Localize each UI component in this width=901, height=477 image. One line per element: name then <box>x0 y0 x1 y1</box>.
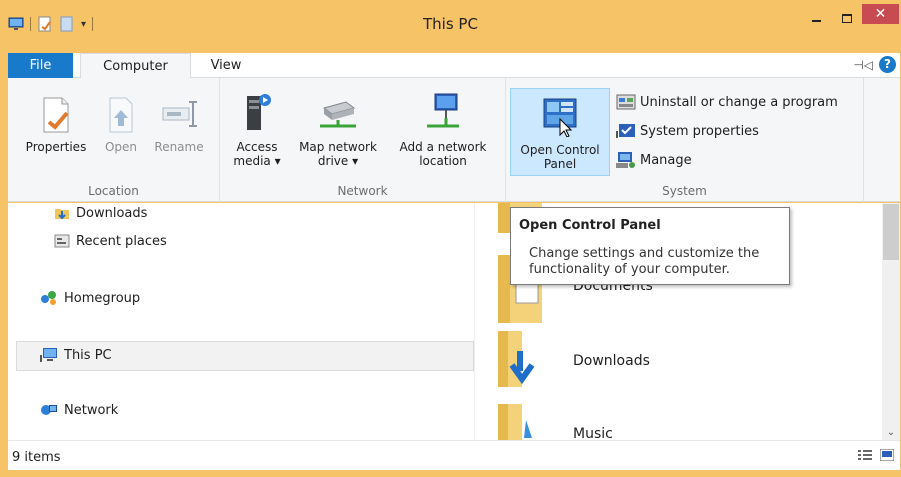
rename-button[interactable]: Rename <box>148 96 210 154</box>
close-icon: ✕ <box>874 6 887 22</box>
details-view-icon[interactable] <box>858 449 872 461</box>
open-label: Open <box>104 140 138 154</box>
properties-label: Properties <box>25 140 87 154</box>
uninstall-program-button[interactable]: Uninstall or change a program <box>616 93 838 111</box>
rename-icon <box>162 101 197 127</box>
open-control-panel-button[interactable]: Open Control Panel <box>510 88 610 176</box>
this-pc-icon <box>40 348 57 362</box>
folder-downloads-label: Downloads <box>573 353 650 369</box>
maximize-button[interactable] <box>835 8 859 28</box>
manage-button[interactable]: Manage <box>616 151 692 169</box>
tab-computer[interactable]: Computer <box>80 53 191 79</box>
close-button[interactable]: ✕ <box>862 4 899 24</box>
open-control-panel-label-2: Panel <box>543 157 577 171</box>
status-bar: 9 items <box>8 440 900 470</box>
help-icon[interactable]: ? <box>879 56 896 73</box>
group-location: Properties Open Rename Location <box>8 78 220 202</box>
add-network-location-button[interactable]: Add a network location <box>390 90 496 168</box>
ribbon-tab-controls: ⊣◁ ? <box>853 56 896 73</box>
tooltip-title: Open Control Panel <box>519 218 661 233</box>
properties-icon <box>43 97 69 133</box>
open-button[interactable]: Open <box>100 96 142 154</box>
map-drive-label-1: Map network <box>299 140 377 154</box>
access-media-label-2: media ▾ <box>233 154 281 168</box>
group-label-system: System <box>662 184 707 198</box>
ribbon: Properties Open Rename Location Access m… <box>8 78 900 202</box>
nav-item-recent-places[interactable]: Recent places <box>54 233 167 249</box>
vertical-scrollbar[interactable]: ⌄ <box>882 203 900 440</box>
recent-places-icon <box>54 234 70 248</box>
folder-music[interactable]: Music <box>498 400 613 444</box>
scrollbar-thumb[interactable] <box>883 204 899 260</box>
nav-item-network[interactable]: Network <box>40 402 118 418</box>
nav-network-label: Network <box>64 402 119 418</box>
scroll-down-arrow-icon[interactable]: ⌄ <box>882 427 900 438</box>
access-media-button[interactable]: Access media ▾ <box>228 90 286 168</box>
system-properties-icon <box>616 124 635 138</box>
window-title: This PC <box>423 15 478 33</box>
nav-homegroup-label: Homegroup <box>64 290 141 306</box>
rename-label: Rename <box>154 140 204 154</box>
manage-label: Manage <box>640 152 692 168</box>
control-panel-tooltip: Open Control Panel Change settings and c… <box>510 207 790 285</box>
music-folder-icon <box>498 404 532 440</box>
network-drive-icon <box>320 101 356 128</box>
nav-item-this-pc[interactable]: This PC <box>40 347 112 363</box>
explorer-window: ▾ This PC ✕ File Computer View ⊣◁ ? Prop… <box>0 0 901 477</box>
system-properties-button[interactable]: System properties <box>616 122 759 140</box>
folder-downloads[interactable]: Downloads <box>498 327 650 395</box>
control-panel-icon <box>543 98 577 137</box>
map-network-drive-button[interactable]: Map network drive ▾ <box>290 90 386 168</box>
system-properties-label: System properties <box>640 123 759 139</box>
network-icon <box>41 405 57 415</box>
large-icons-view-icon[interactable] <box>880 449 894 461</box>
homegroup-icon <box>41 291 56 305</box>
nav-recent-label: Recent places <box>76 233 167 249</box>
item-count: 9 items <box>12 450 61 465</box>
group-label-network: Network <box>337 184 388 198</box>
group-label-location: Location <box>88 184 139 198</box>
network-location-icon <box>427 93 459 128</box>
nav-item-homegroup[interactable]: Homegroup <box>40 290 140 306</box>
tab-file[interactable]: File <box>8 53 73 78</box>
nav-item-downloads[interactable]: Downloads <box>54 205 147 221</box>
uninstall-label: Uninstall or change a program <box>640 94 838 110</box>
expand-ribbon-icon[interactable]: ⊣◁ <box>853 58 873 72</box>
nav-this-pc-label: This PC <box>64 347 112 363</box>
group-system: Open Control Panel Uninstall or change a… <box>506 78 864 202</box>
pane-divider[interactable] <box>474 203 475 440</box>
view-toggle <box>858 449 894 461</box>
downloads-icon <box>55 209 69 220</box>
open-control-panel-label-1: Open Control <box>520 143 600 157</box>
open-icon <box>109 97 133 133</box>
programs-icon <box>616 94 636 110</box>
add-location-label-1: Add a network <box>399 140 487 154</box>
minimize-button[interactable] <box>804 8 828 28</box>
nav-downloads-label: Downloads <box>76 205 148 221</box>
map-drive-label-2: drive ▾ <box>317 154 359 168</box>
add-location-label-2: location <box>419 154 467 168</box>
ribbon-tabs: File Computer View ⊣◁ ? <box>8 53 900 79</box>
properties-button[interactable]: Properties <box>20 96 92 154</box>
tooltip-body: Change settings and customize the functi… <box>529 246 760 277</box>
manage-icon <box>616 152 635 168</box>
access-media-label-1: Access <box>236 140 278 154</box>
downloads-folder-icon <box>498 331 535 387</box>
group-network: Access media ▾ Map network drive ▾ Add a… <box>220 78 506 202</box>
media-server-icon <box>247 94 271 130</box>
tab-view[interactable]: View <box>201 53 251 78</box>
maximize-icon <box>842 13 852 23</box>
minimize-icon <box>811 20 821 22</box>
title-bar: ▾ This PC ✕ <box>0 0 901 52</box>
